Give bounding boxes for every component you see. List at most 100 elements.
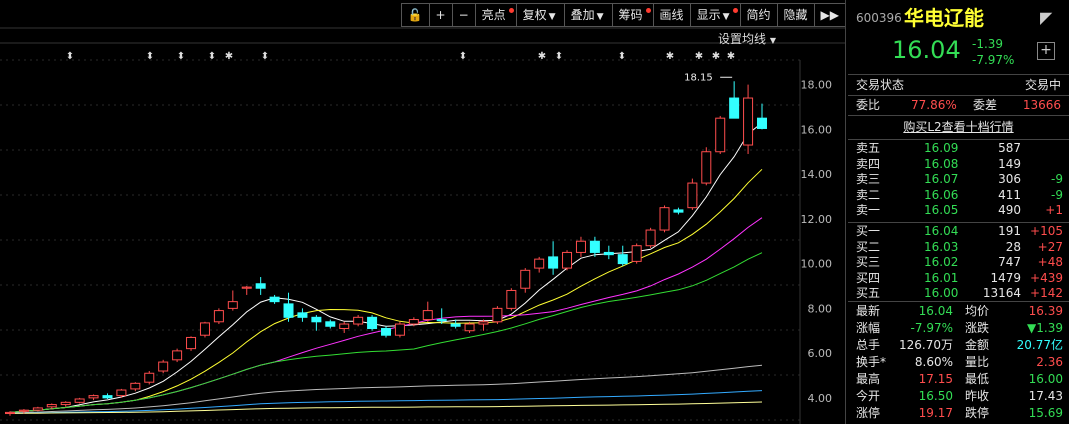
toolbar-button-5[interactable]: 叠加 ▼ <box>565 4 613 26</box>
event-marker-icon[interactable]: ✱ <box>666 51 674 62</box>
event-marker-icon[interactable]: ⬍ <box>146 51 154 62</box>
event-marker-icon[interactable]: ⬍ <box>177 51 185 62</box>
candle <box>227 290 238 311</box>
event-marker-icon[interactable]: ⬍ <box>618 51 626 62</box>
bid-row[interactable]: 买四 16.01 1479 +439 <box>848 271 1069 286</box>
stats-row: 最高 17.15 最低 16.00 <box>848 371 1069 387</box>
event-marker-icon[interactable]: ⬍ <box>261 51 269 62</box>
event-marker-icon[interactable]: ✱ <box>538 51 546 62</box>
ask-row[interactable]: 卖二 16.06 411 -9 <box>848 188 1069 203</box>
stat-label: 总手 <box>856 338 881 352</box>
event-marker-icon[interactable]: ✱ <box>225 51 233 62</box>
candle <box>603 245 614 260</box>
ask-row[interactable]: 卖三 16.07 306 -9 <box>848 172 1069 187</box>
level-label: 买五 <box>856 286 881 301</box>
event-marker-icon[interactable]: ✱ <box>712 51 720 62</box>
stat-value: 126.70万 <box>899 338 953 352</box>
kline-chart-area[interactable]: 18.00 16.00 14.00 12.00 10.00 8.00 6.00 4.00 18.… <box>0 0 846 424</box>
weibi-value: 77.86% <box>911 98 957 112</box>
toolbar-button-4[interactable]: 复权 ▼ <box>517 4 565 26</box>
candle <box>199 321 210 338</box>
quote-panel: 600396 华电辽能 ◤ 16.04 -1.39 -7.97% + 交易状态 … <box>848 0 1069 424</box>
candle <box>422 301 433 322</box>
level-change: +142 <box>1030 286 1063 301</box>
level-change: +1 <box>1045 203 1063 218</box>
level-change: +439 <box>1030 270 1063 285</box>
toolbar-button-label: − <box>458 8 469 22</box>
toolbar-button-8[interactable]: 显示 ▼ <box>691 4 741 26</box>
candle <box>144 371 155 385</box>
stat-value: 2.36 <box>1036 355 1063 369</box>
level-label: 卖三 <box>856 172 881 187</box>
toolbar-button-2[interactable]: − <box>453 4 476 26</box>
candle <box>241 285 252 295</box>
stat-value: 15.69 <box>1028 406 1063 420</box>
bid-row[interactable]: 买五 16.00 13164 +142 <box>848 286 1069 301</box>
level-price: 16.08 <box>924 156 959 171</box>
toolbar-button-11[interactable]: ▶▶ <box>815 4 845 26</box>
bid-row[interactable]: 买一 16.04 191 +105 <box>848 224 1069 239</box>
chevron-down-icon: ▼ <box>722 12 730 22</box>
toolbar-button-7[interactable]: 画线 <box>654 4 691 26</box>
candle <box>283 292 294 322</box>
level-volume: 411 <box>998 187 1021 202</box>
candle <box>172 348 183 363</box>
event-marker-icon[interactable]: ⬍ <box>66 51 74 62</box>
candle <box>394 321 405 338</box>
level-volume: 587 <box>998 141 1021 155</box>
chart-toolbar: 🔓 + − 亮点 复权 ▼ 叠加 ▼ 筹码 画线 显示 ▼ 简约 隐藏 ▶▶ <box>400 3 846 27</box>
stat-value: 20.77亿 <box>1016 338 1063 352</box>
candle <box>5 411 15 416</box>
candle <box>269 294 280 304</box>
stat-label: 最低 <box>965 372 990 386</box>
level-label: 买三 <box>856 255 881 270</box>
chevron-down-icon: ▼ <box>596 12 604 22</box>
level-label: 买二 <box>856 239 881 254</box>
weibi-label: 委比 <box>856 98 881 112</box>
candle <box>659 205 670 233</box>
stat-label: 今开 <box>856 389 881 403</box>
level-price: 16.09 <box>924 141 959 155</box>
kline-chart[interactable]: 18.00 16.00 14.00 12.00 10.00 8.00 6.00 4.00 18.… <box>0 0 846 424</box>
event-marker-icon[interactable]: ⬍ <box>208 51 216 62</box>
ask-row[interactable]: 卖五 16.09 587 <box>848 141 1069 156</box>
ask-row[interactable]: 卖一 16.05 490 +1 <box>848 203 1069 218</box>
expand-icon[interactable]: ◤ <box>1040 6 1052 30</box>
ma-setting-button[interactable]: 设置均线 ▼ <box>718 30 776 47</box>
candle <box>701 147 712 186</box>
level-volume: 490 <box>998 203 1021 218</box>
toolbar-button-3[interactable]: 亮点 <box>476 4 517 26</box>
add-watchlist-button[interactable]: + <box>1037 42 1055 60</box>
bid-row[interactable]: 买二 16.03 28 +27 <box>848 240 1069 255</box>
toolbar-button-6[interactable]: 筹码 <box>613 4 654 26</box>
ask-row[interactable]: 卖四 16.08 149 <box>848 157 1069 172</box>
toolbar-button-label: 简约 <box>746 8 771 22</box>
toolbar-button-10[interactable]: 隐藏 <box>778 4 815 26</box>
event-marker-icon[interactable]: ✱ <box>727 51 735 62</box>
y-tick-label: 12.00 <box>801 213 833 226</box>
notification-dot <box>508 8 514 13</box>
toolbar-button-9[interactable]: 简约 <box>741 4 778 26</box>
stat-value: 17.43 <box>1028 389 1063 403</box>
event-marker-icon[interactable]: ⬍ <box>459 51 467 62</box>
high-price-label: 18.15 <box>684 72 713 83</box>
level-price: 16.00 <box>924 286 959 301</box>
toolbar-button-label: 显示 <box>696 8 721 22</box>
event-marker-icon[interactable]: ✱ <box>695 51 703 62</box>
toolbar-button-label: 叠加 <box>570 8 595 22</box>
weicha-label: 委差 <box>973 98 998 112</box>
stats-row: 最新 16.04 均价 16.39 <box>848 303 1069 319</box>
y-tick-label: 10.00 <box>801 258 833 271</box>
level-price: 16.01 <box>924 270 959 285</box>
toolbar-button-label: 亮点 <box>481 8 506 22</box>
event-marker-icon[interactable]: ⬍ <box>555 51 563 62</box>
y-tick-label: 14.00 <box>801 168 833 181</box>
bid-row[interactable]: 买三 16.02 747 +48 <box>848 255 1069 270</box>
stat-value: 16.39 <box>1028 304 1063 318</box>
toolbar-button-1[interactable]: + <box>430 4 453 26</box>
trade-status-label: 交易状态 <box>856 78 905 92</box>
toolbar-button-0[interactable]: 🔓 <box>402 4 430 26</box>
stat-label: 涨跌 <box>965 321 990 335</box>
l2-upgrade-link[interactable]: 购买L2查看十档行情 <box>903 120 1013 134</box>
notification-dot <box>645 8 651 13</box>
